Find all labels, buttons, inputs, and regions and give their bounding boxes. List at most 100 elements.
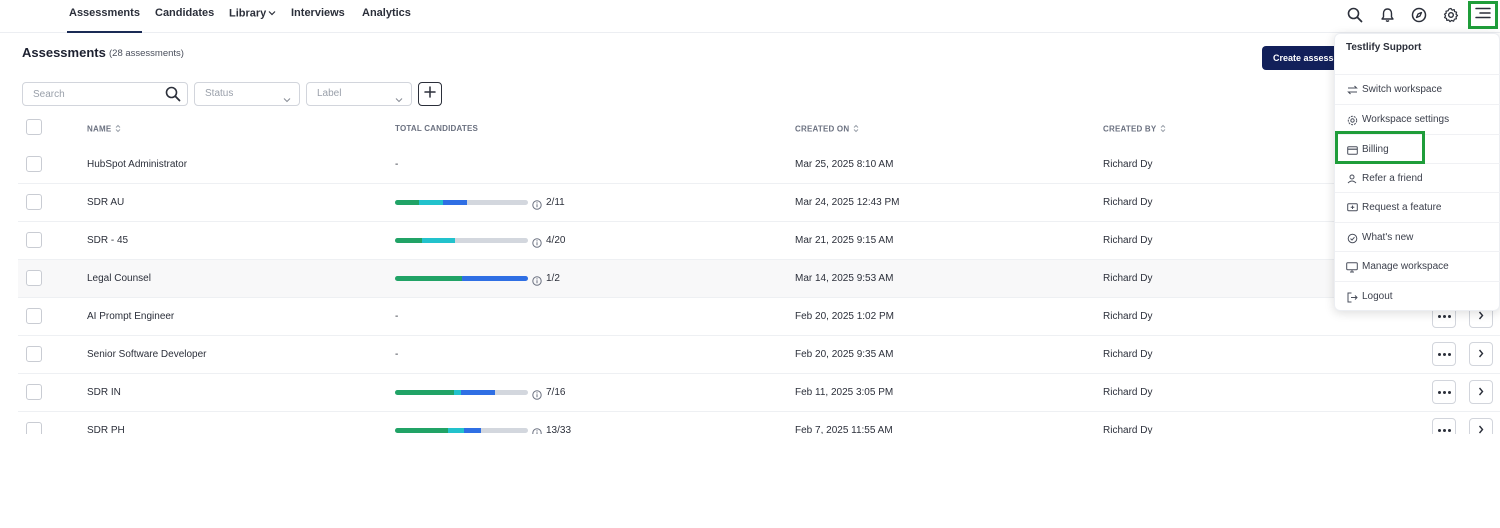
total-candidates: - xyxy=(395,349,399,360)
info-icon[interactable] xyxy=(532,235,542,253)
table-row[interactable]: Senior Software Developer - Feb 20, 2025… xyxy=(18,336,1500,374)
swap-icon xyxy=(1346,84,1358,96)
row-checkbox[interactable] xyxy=(26,270,42,286)
candidate-progress-bar xyxy=(395,276,528,281)
open-assessment-button[interactable] xyxy=(1469,342,1493,366)
assessment-name[interactable]: SDR PH xyxy=(87,425,125,434)
gear-icon xyxy=(1346,114,1358,126)
row-checkbox[interactable] xyxy=(26,422,42,434)
candidate-progress-bar xyxy=(395,428,528,433)
assessment-name[interactable]: Senior Software Developer xyxy=(87,349,207,360)
row-checkbox[interactable] xyxy=(26,346,42,362)
menu-item-workspace-settings[interactable]: Workspace settings xyxy=(1335,104,1500,134)
created-on: Mar 24, 2025 12:43 PM xyxy=(795,197,900,208)
sort-icon xyxy=(1160,124,1166,135)
card-icon xyxy=(1346,144,1358,156)
check-circle-icon xyxy=(1346,232,1358,244)
table-row[interactable]: SDR - 45 4/20 Mar 21, 2025 9:15 AM Richa… xyxy=(18,222,1500,260)
menu-item-whats-new[interactable]: What's new xyxy=(1335,222,1500,252)
menu-item-label: What's new xyxy=(1362,232,1414,243)
created-by: Richard Dy xyxy=(1103,311,1153,322)
assessments-table: NAME TOTAL CANDIDATES CREATED ON CREATED… xyxy=(0,0,1500,434)
assessment-name[interactable]: SDR AU xyxy=(87,197,124,208)
menu-item-label: Refer a friend xyxy=(1362,173,1423,184)
table-row[interactable]: SDR IN 7/16 Feb 11, 2025 3:05 PM Richard… xyxy=(18,374,1500,412)
created-by: Richard Dy xyxy=(1103,387,1153,398)
row-checkbox[interactable] xyxy=(26,194,42,210)
assessment-name[interactable]: Legal Counsel xyxy=(87,273,151,284)
info-icon[interactable] xyxy=(532,387,542,405)
progress-segment xyxy=(395,276,462,281)
created-on: Mar 25, 2025 8:10 AM xyxy=(795,159,894,170)
select-all-checkbox[interactable] xyxy=(26,119,42,135)
chevron-right-icon xyxy=(1478,345,1484,363)
more-options-button[interactable] xyxy=(1432,342,1456,366)
column-created-by[interactable]: CREATED BY xyxy=(1103,124,1166,135)
row-checkbox[interactable] xyxy=(26,384,42,400)
info-icon[interactable] xyxy=(532,425,542,434)
menu-item-label: Manage workspace xyxy=(1362,261,1449,272)
column-name-label: NAME xyxy=(87,124,112,134)
assessment-name[interactable]: SDR - 45 xyxy=(87,235,128,246)
column-created-on[interactable]: CREATED ON xyxy=(795,124,859,135)
more-options-button[interactable] xyxy=(1432,380,1456,404)
workspace-name: Testlify Support xyxy=(1346,42,1422,53)
info-icon[interactable] xyxy=(532,197,542,215)
candidate-ratio: 1/2 xyxy=(546,273,560,284)
assessment-name[interactable]: SDR IN xyxy=(87,387,121,398)
column-name[interactable]: NAME xyxy=(87,124,121,135)
info-icon[interactable] xyxy=(532,273,542,291)
table-row[interactable]: AI Prompt Engineer - Feb 20, 2025 1:02 P… xyxy=(18,298,1500,336)
total-candidates: - xyxy=(395,311,399,322)
column-created-by-label: CREATED BY xyxy=(1103,124,1157,134)
menu-item-request-a-feature[interactable]: Request a feature xyxy=(1335,192,1500,222)
table-header: NAME TOTAL CANDIDATES CREATED ON CREATED… xyxy=(18,115,1500,143)
menu-item-label: Logout xyxy=(1362,291,1393,302)
created-on: Mar 14, 2025 9:53 AM xyxy=(795,273,894,284)
candidate-ratio: 13/33 xyxy=(546,425,572,434)
progress-segment xyxy=(448,428,465,433)
table-row[interactable]: SDR PH 13/33 Feb 7, 2025 11:55 AM Richar… xyxy=(18,412,1500,434)
created-on: Feb 20, 2025 9:35 AM xyxy=(795,349,894,360)
progress-segment xyxy=(395,390,454,395)
progress-segment xyxy=(418,200,443,205)
assessment-name[interactable]: AI Prompt Engineer xyxy=(87,311,174,322)
chevron-right-icon xyxy=(1478,383,1484,401)
menu-item-label: Billing xyxy=(1362,144,1389,155)
logout-icon xyxy=(1346,291,1358,303)
candidate-progress-bar xyxy=(395,390,528,395)
progress-segment xyxy=(395,200,419,205)
row-checkbox[interactable] xyxy=(26,156,42,172)
open-assessment-button[interactable] xyxy=(1469,418,1493,434)
chevron-right-icon xyxy=(1478,421,1484,434)
row-checkbox[interactable] xyxy=(26,232,42,248)
progress-segment xyxy=(395,428,449,433)
menu-item-label: Request a feature xyxy=(1362,202,1442,213)
assessment-name[interactable]: HubSpot Administrator xyxy=(87,159,187,170)
progress-segment xyxy=(442,200,467,205)
menu-item-refer-a-friend[interactable]: Refer a friend xyxy=(1335,163,1500,193)
table-row[interactable]: SDR AU 2/11 Mar 24, 2025 12:43 PM Richar… xyxy=(18,184,1500,222)
menu-item-label: Switch workspace xyxy=(1362,84,1443,95)
open-assessment-button[interactable] xyxy=(1469,380,1493,404)
progress-segment xyxy=(453,390,462,395)
created-by: Richard Dy xyxy=(1103,349,1153,360)
menu-item-switch-workspace[interactable]: Switch workspace xyxy=(1335,74,1500,104)
progress-segment xyxy=(461,276,528,281)
more-options-button[interactable] xyxy=(1432,418,1456,434)
menu-item-logout[interactable]: Logout xyxy=(1335,281,1500,311)
monitor-icon xyxy=(1346,261,1358,273)
candidate-progress-bar xyxy=(395,238,528,243)
menu-item-billing[interactable]: Billing xyxy=(1335,134,1500,164)
table-row[interactable]: HubSpot Administrator - Mar 25, 2025 8:1… xyxy=(18,146,1500,184)
feature-icon xyxy=(1346,202,1358,214)
created-by: Richard Dy xyxy=(1103,159,1153,170)
candidate-progress-bar xyxy=(395,200,528,205)
candidate-ratio: 7/16 xyxy=(546,387,566,398)
account-dropdown-menu: Testlify Support Switch workspace Worksp… xyxy=(1334,33,1500,311)
menu-item-manage-workspace[interactable]: Manage workspace xyxy=(1335,251,1500,281)
created-on: Feb 7, 2025 11:55 AM xyxy=(795,425,893,434)
table-row[interactable]: Legal Counsel 1/2 Mar 14, 2025 9:53 AM R… xyxy=(18,260,1500,298)
column-created-on-label: CREATED ON xyxy=(795,124,850,134)
row-checkbox[interactable] xyxy=(26,308,42,324)
